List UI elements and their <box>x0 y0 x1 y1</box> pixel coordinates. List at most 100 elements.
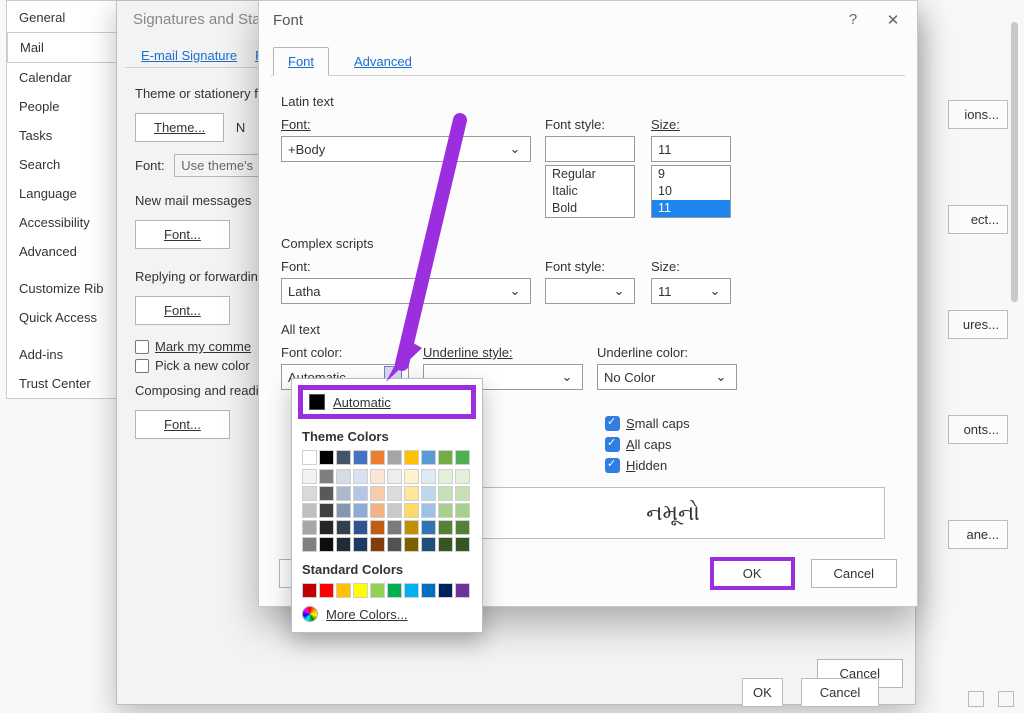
latin-size-list[interactable]: 9 10 11 <box>651 165 731 218</box>
view-icon[interactable] <box>968 691 984 707</box>
more-colors-item[interactable]: More Colors... <box>298 598 476 626</box>
color-swatch[interactable] <box>336 520 351 535</box>
color-swatch[interactable] <box>421 450 436 465</box>
reply-font-button[interactable]: Font... <box>135 296 230 325</box>
view-icon[interactable] <box>998 691 1014 707</box>
color-swatch[interactable] <box>353 486 368 501</box>
color-swatch[interactable] <box>319 486 334 501</box>
color-swatch[interactable] <box>336 583 351 598</box>
color-swatch[interactable] <box>421 537 436 552</box>
color-swatch[interactable] <box>370 537 385 552</box>
standard-color-row[interactable] <box>298 583 476 598</box>
color-swatch[interactable] <box>421 583 436 598</box>
complex-font-combo[interactable]: Latha⌄ <box>281 278 531 304</box>
tab-advanced[interactable]: Advanced <box>339 47 427 76</box>
color-swatch[interactable] <box>387 486 402 501</box>
color-swatch[interactable] <box>302 486 317 501</box>
theme-color-row[interactable] <box>298 450 476 465</box>
color-swatch[interactable] <box>319 450 334 465</box>
color-automatic-item[interactable]: Automatic <box>298 385 476 419</box>
color-swatch[interactable] <box>455 503 470 518</box>
color-swatch[interactable] <box>438 537 453 552</box>
color-swatch[interactable] <box>387 583 402 598</box>
color-swatch[interactable] <box>302 469 317 484</box>
color-swatch[interactable] <box>302 450 317 465</box>
color-swatch[interactable] <box>404 520 419 535</box>
font-color-popup[interactable]: Automatic Theme Colors Standard Colors M… <box>291 378 483 633</box>
color-swatch[interactable] <box>302 583 317 598</box>
stub-signatures[interactable]: ures... <box>948 310 1008 339</box>
color-swatch[interactable] <box>353 583 368 598</box>
color-swatch[interactable] <box>455 486 470 501</box>
tab-email-signature[interactable]: E-mail Signature <box>139 44 239 67</box>
color-swatch[interactable] <box>421 503 436 518</box>
color-swatch[interactable] <box>387 503 402 518</box>
color-swatch[interactable] <box>370 469 385 484</box>
stub-autocorrect[interactable]: ect... <box>948 205 1008 234</box>
latin-font-combo[interactable]: +Body⌄ <box>281 136 531 162</box>
color-swatch[interactable] <box>387 537 402 552</box>
hidden-checkbox[interactable]: Hidden <box>605 458 690 473</box>
all-caps-checkbox[interactable]: All caps <box>605 437 690 452</box>
color-swatch[interactable] <box>387 450 402 465</box>
complex-size-combo[interactable]: 11⌄ <box>651 278 731 304</box>
color-swatch[interactable] <box>370 520 385 535</box>
color-swatch[interactable] <box>404 469 419 484</box>
color-swatch[interactable] <box>353 469 368 484</box>
color-swatch[interactable] <box>336 469 351 484</box>
small-caps-checkbox[interactable]: SSmall capsmall caps <box>605 416 690 431</box>
color-swatch[interactable] <box>319 537 334 552</box>
cancel-button[interactable]: Cancel <box>811 559 897 588</box>
color-swatch[interactable] <box>353 503 368 518</box>
underline-color-combo[interactable]: No Color⌄ <box>597 364 737 390</box>
color-swatch[interactable] <box>438 469 453 484</box>
color-swatch[interactable] <box>404 503 419 518</box>
color-swatch[interactable] <box>455 537 470 552</box>
theme-color-tints[interactable] <box>298 469 476 552</box>
color-swatch[interactable] <box>336 503 351 518</box>
compose-font-button[interactable]: Font... <box>135 410 230 439</box>
color-swatch[interactable] <box>455 450 470 465</box>
color-swatch[interactable] <box>421 486 436 501</box>
color-swatch[interactable] <box>319 469 334 484</box>
close-icon[interactable]: ✕ <box>883 11 903 29</box>
latin-style-input[interactable] <box>545 136 635 162</box>
tab-font[interactable]: Font <box>273 47 329 76</box>
bg-ok-button[interactable]: OK <box>742 678 783 707</box>
color-swatch[interactable] <box>421 469 436 484</box>
theme-button[interactable]: Theme... <box>135 113 224 142</box>
complex-style-combo[interactable]: ⌄ <box>545 278 635 304</box>
help-icon[interactable]: ? <box>843 11 863 29</box>
color-swatch[interactable] <box>302 537 317 552</box>
color-swatch[interactable] <box>353 537 368 552</box>
color-swatch[interactable] <box>353 450 368 465</box>
color-swatch[interactable] <box>353 520 368 535</box>
stub-fonts[interactable]: onts... <box>948 415 1008 444</box>
color-swatch[interactable] <box>319 503 334 518</box>
font-row-value[interactable]: Use theme's <box>174 154 260 177</box>
latin-size-input[interactable]: 11 <box>651 136 731 162</box>
stub-options[interactable]: ions... <box>948 100 1008 129</box>
color-swatch[interactable] <box>302 503 317 518</box>
color-swatch[interactable] <box>455 520 470 535</box>
color-swatch[interactable] <box>319 520 334 535</box>
scrollbar[interactable] <box>1011 22 1018 302</box>
color-swatch[interactable] <box>370 486 385 501</box>
color-swatch[interactable] <box>336 537 351 552</box>
color-swatch[interactable] <box>319 583 334 598</box>
color-swatch[interactable] <box>438 503 453 518</box>
color-swatch[interactable] <box>438 450 453 465</box>
color-swatch[interactable] <box>438 486 453 501</box>
color-swatch[interactable] <box>455 469 470 484</box>
color-swatch[interactable] <box>438 583 453 598</box>
color-swatch[interactable] <box>302 520 317 535</box>
color-swatch[interactable] <box>404 486 419 501</box>
ok-button[interactable]: OK <box>712 559 793 588</box>
bg-cancel-button[interactable]: Cancel <box>801 678 879 707</box>
color-swatch[interactable] <box>336 486 351 501</box>
new-mail-font-button[interactable]: Font... <box>135 220 230 249</box>
color-swatch[interactable] <box>455 583 470 598</box>
color-swatch[interactable] <box>438 520 453 535</box>
color-swatch[interactable] <box>336 450 351 465</box>
color-swatch[interactable] <box>387 469 402 484</box>
